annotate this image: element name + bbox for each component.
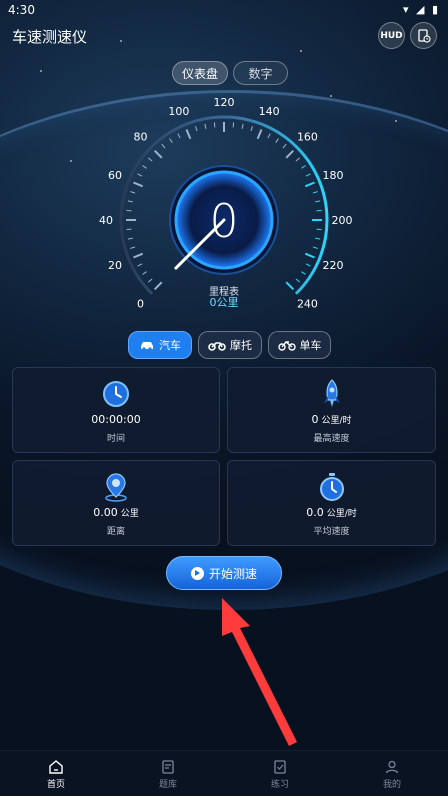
nav-home-label: 首页 (46, 780, 65, 790)
nav-practice-label: 练习 (270, 780, 289, 790)
nav-question-bank[interactable]: 题库 (138, 759, 198, 790)
practice-icon (274, 760, 286, 774)
nav-practice[interactable]: 练习 (250, 759, 310, 790)
annotation-arrow (222, 598, 297, 746)
nav-profile[interactable]: 我的 (362, 759, 422, 790)
bottom-nav: 首页 题库 练习 我的 (0, 750, 448, 796)
question-bank-icon (162, 760, 174, 774)
nav-question-bank-label: 题库 (158, 780, 177, 790)
app-screen: 4:30 ▾ ◢ ▮ 车速测速仪 HUD 仪表盘 数字 0 20 40 60 8… (0, 0, 448, 796)
home-icon (49, 760, 63, 774)
nav-profile-label: 我的 (382, 780, 401, 790)
profile-icon (385, 760, 399, 774)
nav-home[interactable]: 首页 (26, 759, 86, 790)
